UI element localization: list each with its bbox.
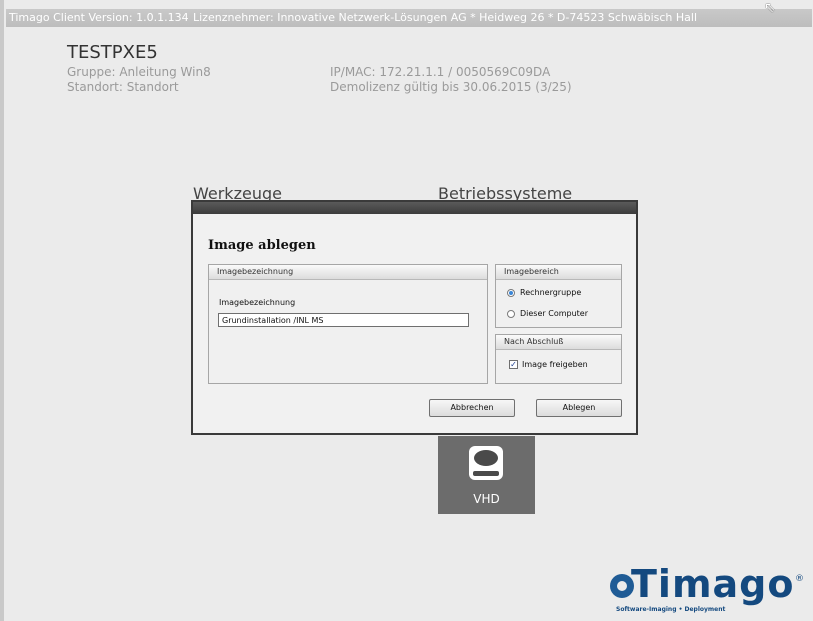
hard-drive-icon: [469, 446, 503, 480]
dialog-title-bar[interactable]: [193, 202, 636, 214]
image-scope-group: Imagebereich Rechnergruppe Dieser Comput…: [495, 264, 622, 328]
scope-option-group-label[interactable]: Rechnergruppe: [520, 288, 581, 297]
group-text: Gruppe: Anleitung Win8: [67, 65, 211, 79]
hostname: TESTPXE5: [67, 42, 158, 63]
window-left-edge: [0, 0, 4, 621]
location-text: Standort: Standort: [67, 80, 179, 94]
image-name-group-header: Imagebezeichnung: [209, 265, 487, 280]
release-image-label[interactable]: Image freigeben: [522, 360, 588, 369]
image-name-input[interactable]: Grundinstallation /INL MS: [218, 313, 469, 327]
image-name-label: Imagebezeichnung: [219, 298, 296, 307]
image-scope-group-header: Imagebereich: [496, 265, 621, 280]
release-image-checkbox[interactable]: ✓: [509, 360, 518, 369]
ipmac-text: IP/MAC: 172.21.1.1 / 0050569C09DA: [330, 65, 551, 79]
client-version: Timago Client Version: 1.0.1.134: [9, 11, 189, 24]
scope-radio-computer[interactable]: [507, 310, 515, 318]
mouse-cursor-icon: ⇖: [764, 0, 776, 16]
client-group-info: Gruppe: Anleitung Win8 Standort: Standor…: [67, 65, 211, 95]
dialog-heading: Image ablegen: [208, 238, 316, 253]
scope-option-computer-label[interactable]: Dieser Computer: [520, 309, 588, 318]
timago-tagline: Software-Imaging • Deployment: [616, 606, 726, 613]
timago-logo-text: Timago: [631, 562, 795, 606]
image-save-dialog: Image ablegen Imagebezeichnung Imagebeze…: [191, 200, 638, 435]
client-network-info: IP/MAC: 172.21.1.1 / 0050569C09DA Demoli…: [330, 65, 572, 95]
save-image-button[interactable]: Ablegen: [536, 399, 622, 417]
scope-radio-group[interactable]: [507, 289, 515, 297]
vhd-tile[interactable]: VHD: [438, 436, 535, 514]
title-bar: Timago Client Version: 1.0.1.134 Lizenzn…: [6, 9, 812, 27]
cancel-button[interactable]: Abbrechen: [429, 399, 515, 417]
after-completion-group-header: Nach Abschluß: [496, 335, 621, 350]
license-validity-text: Demolizenz gültig bis 30.06.2015 (3/25): [330, 80, 572, 94]
after-completion-group: Nach Abschluß ✓ Image freigeben: [495, 334, 622, 384]
vhd-tile-label: VHD: [473, 492, 500, 506]
image-name-group: Imagebezeichnung Imagebezeichnung Grundi…: [208, 264, 488, 384]
registered-mark: ®: [795, 574, 804, 584]
licensee-info: Lizenznehmer: Innovative Netzwerk-Lösung…: [193, 11, 698, 24]
